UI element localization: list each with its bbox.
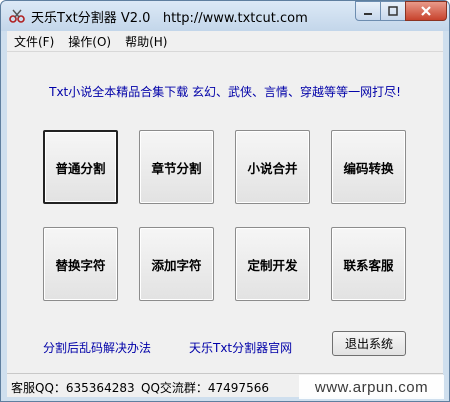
maximize-icon — [388, 6, 398, 16]
close-icon — [421, 6, 431, 16]
main-panel: Txt小说全本精品合集下载 玄幻、武侠、言情、穿越等等一网打尽! 普通分割 章节… — [7, 51, 443, 373]
menu-bar: 文件(F) 操作(O) 帮助(H) — [7, 31, 443, 51]
support-qq-text: 客服QQ：635364283 — [11, 381, 135, 395]
chapter-split-button[interactable]: 章节分割 — [139, 130, 214, 204]
encoding-convert-button[interactable]: 编码转换 — [331, 130, 406, 204]
menu-operate[interactable]: 操作(O) — [61, 33, 118, 50]
site-watermark: www.arpun.com — [299, 375, 444, 399]
scissors-icon — [9, 9, 25, 23]
exit-button[interactable]: 退出系统 — [332, 331, 406, 356]
close-button[interactable] — [405, 1, 447, 21]
app-url: http://www.txtcut.com — [162, 11, 308, 26]
qq-group-text: QQ交流群：47497566 — [141, 381, 269, 395]
maximize-button[interactable] — [380, 1, 406, 21]
app-window: 天乐Txt分割器 V2.0 http://www.txtcut.com 文件(F… — [0, 0, 450, 402]
minimize-button[interactable] — [355, 1, 381, 21]
window-title: 天乐Txt分割器 V2.0 http://www.txtcut.com — [31, 7, 308, 26]
app-title: 天乐Txt分割器 V2.0 — [31, 11, 151, 26]
custom-dev-button[interactable]: 定制开发 — [235, 227, 310, 301]
contact-support-button[interactable]: 联系客服 — [331, 227, 406, 301]
title-bar[interactable]: 天乐Txt分割器 V2.0 http://www.txtcut.com — [1, 1, 449, 31]
menu-file[interactable]: 文件(F) — [7, 33, 61, 50]
promo-banner[interactable]: Txt小说全本精品合集下载 玄幻、武侠、言情、穿越等等一网打尽! — [7, 83, 443, 100]
official-site-link[interactable]: 天乐Txt分割器官网 — [189, 339, 292, 356]
replace-chars-button[interactable]: 替换字符 — [43, 227, 118, 301]
normal-split-button[interactable]: 普通分割 — [43, 130, 118, 204]
novel-merge-button[interactable]: 小说合并 — [235, 130, 310, 204]
menu-help[interactable]: 帮助(H) — [118, 33, 174, 50]
add-chars-button[interactable]: 添加字符 — [139, 227, 214, 301]
garbled-fix-link[interactable]: 分割后乱码解决办法 — [43, 339, 151, 356]
minimize-icon — [364, 13, 372, 15]
